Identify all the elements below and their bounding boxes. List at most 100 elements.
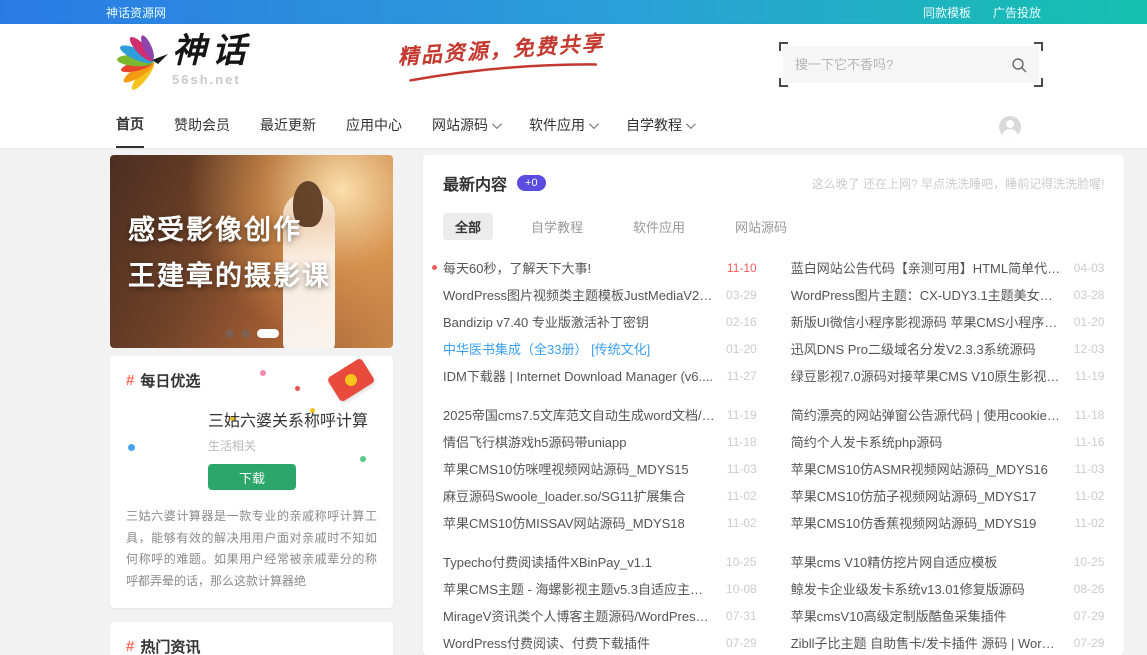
latest-tab[interactable]: 网站源码: [723, 213, 799, 240]
article-title: 苹果CMS10仿咪哩视频网站源码_MDYS15: [443, 459, 715, 478]
article-date: 11-02: [1075, 516, 1105, 530]
article-row[interactable]: 新版UI微信小程序影视源码 苹果CMS小程序源码 01-20: [791, 308, 1105, 335]
article-title: 麻豆源码Swoole_loader.so/SG11扩展集合: [443, 486, 715, 505]
article-row[interactable]: 苹果CMS10仿咪哩视频网站源码_MDYS15 11-03: [443, 455, 757, 482]
article-title: WordPress图片视频类主题模板JustMediaV2.7....: [443, 285, 714, 304]
article-date: 03-29: [726, 288, 757, 302]
nav-item[interactable]: 自学教程: [626, 114, 693, 148]
nav-item-label: 首页: [116, 114, 144, 134]
chevron-down-icon: [589, 119, 599, 129]
nav-item[interactable]: 应用中心: [346, 114, 402, 148]
article-row[interactable]: 苹果CMS10仿MISSAV网站源码_MDYS18 11-02: [443, 509, 757, 536]
chevron-down-icon: [492, 119, 502, 129]
article-date: 11-02: [727, 489, 757, 503]
slogan: 精品资源，免费共享: [397, 27, 606, 83]
article-row[interactable]: 绿豆影视7.0源码对接苹果CMS V10原生影视AP... 11-19: [791, 362, 1105, 389]
article-date: 10-25: [726, 555, 757, 569]
article-row[interactable]: 苹果CMS10仿茄子视频网站源码_MDYS17 11-02: [791, 482, 1105, 509]
article-title: 苹果cms V10精仿挖片网自适应模板: [791, 552, 1062, 571]
article-row[interactable]: IDM下载器 | Internet Download Manager (v6..…: [443, 362, 757, 389]
article-row[interactable]: 简约漂亮的网站弹窗公告源代码 | 使用cookie记录 11-18: [791, 401, 1105, 428]
latest-tab[interactable]: 软件应用: [621, 213, 697, 240]
article-date: 04-03: [1074, 261, 1105, 275]
confetti-dot: [128, 444, 135, 451]
article-row[interactable]: 苹果cmsV10高级定制版酷鱼采集插件 07-29: [791, 602, 1105, 629]
article-title: 苹果CMS10仿香蕉视频网站源码_MDYS19: [791, 513, 1063, 532]
search-icon[interactable]: [1011, 57, 1027, 73]
article-date: 11-18: [1075, 408, 1105, 422]
article-row[interactable]: 苹果CMS主题 - 海螺影视主题v5.3自适应主题/ ... 10-08: [443, 575, 757, 602]
article-row[interactable]: WordPress图片视频类主题模板JustMediaV2.7.... 03-2…: [443, 281, 757, 308]
article-date: 12-03: [1074, 342, 1105, 356]
search-box: [783, 46, 1039, 83]
latest-content-card: 最新内容 +0 这么晚了 还在上网? 早点洗洗睡吧，睡前记得洗洗脸喔! 全部 自…: [423, 155, 1124, 655]
article-title: 迅风DNS Pro二级域名分发V2.3.3系统源码: [791, 339, 1062, 358]
article-row[interactable]: Bandizip v7.40 专业版激活补丁密钥 02-16: [443, 308, 757, 335]
article-date: 02-16: [726, 315, 757, 329]
article-row[interactable]: Typecho付费阅读插件XBinPay_v1.1 10-25: [443, 548, 757, 575]
hot-news-title: 热门资讯: [140, 636, 200, 655]
header: 神话 56sh.net 精品资源，免费共享: [0, 24, 1147, 148]
article-title: IDM下载器 | Internet Download Manager (v6..…: [443, 366, 715, 385]
latest-tabs: 全部 自学教程 软件应用 网站源码: [443, 213, 1104, 240]
article-row[interactable]: 苹果CMS10仿ASMR视频网站源码_MDYS16 11-03: [791, 455, 1105, 482]
carousel-dot[interactable]: [241, 329, 250, 338]
nav-item[interactable]: 赞助会员: [174, 114, 230, 148]
article-row[interactable]: 麻豆源码Swoole_loader.so/SG11扩展集合 11-02: [443, 482, 757, 509]
article-row[interactable]: 每天60秒，了解天下大事! 11-10: [443, 254, 757, 281]
article-title: Typecho付费阅读插件XBinPay_v1.1: [443, 552, 714, 571]
article-date: 10-08: [726, 582, 757, 596]
topbar-site-name[interactable]: 神话资源网: [106, 4, 166, 21]
article-row[interactable]: 2025帝国cms7.5文库范文自动生成word文档/文... 11-19: [443, 401, 757, 428]
page: 神话资源网 同款模板 广告投放: [0, 0, 1147, 655]
article-row[interactable]: MirageV资讯类个人博客主题源码/WordPress主... 07-31: [443, 602, 757, 629]
article-title: 简约漂亮的网站弹窗公告源代码 | 使用cookie记录: [791, 405, 1063, 424]
article-date: 03-28: [1074, 288, 1105, 302]
article-row[interactable]: Zibll子比主题 自助售卡/发卡插件 源码 | WordPr... 07-29: [791, 629, 1105, 655]
hot-news-header: # 热门资讯: [126, 636, 377, 655]
article-date: 11-27: [727, 369, 757, 383]
carousel-dot[interactable]: [225, 329, 234, 338]
latest-header: 最新内容 +0 这么晚了 还在上网? 早点洗洗睡吧，睡前记得洗洗脸喔!: [443, 171, 1104, 195]
article-title: 中华医书集成（全33册） [传统文化]: [443, 339, 714, 358]
carousel[interactable]: 感受影像创作 王建章的摄影课: [110, 155, 393, 348]
nav-item-label: 自学教程: [626, 115, 682, 135]
site-logo[interactable]: 神话 56sh.net: [106, 32, 252, 98]
nav-item[interactable]: 最近更新: [260, 114, 316, 148]
article-row[interactable]: WordPress图片主题：CX-UDY3.1主题美女图片... 03-28: [791, 281, 1105, 308]
latest-hint-text: 这么晚了 还在上网? 早点洗洗睡吧，睡前记得洗洗脸喔!: [812, 175, 1105, 192]
article-row[interactable]: 中华医书集成（全33册） [传统文化] 01-20: [443, 335, 757, 362]
article-row[interactable]: 苹果cms V10精仿挖片网自适应模板 10-25: [791, 548, 1105, 575]
latest-tab[interactable]: 全部: [443, 213, 493, 240]
article-date: 10-25: [1074, 555, 1105, 569]
article-title: 苹果CMS10仿ASMR视频网站源码_MDYS16: [791, 459, 1063, 478]
download-button[interactable]: 下载: [208, 464, 296, 490]
article-title: 苹果CMS10仿茄子视频网站源码_MDYS17: [791, 486, 1063, 505]
latest-tab[interactable]: 自学教程: [519, 213, 595, 240]
hash-icon: #: [126, 372, 134, 389]
article-row[interactable]: 情侣飞行棋游戏h5源码带uniapp 11-18: [443, 428, 757, 455]
carousel-title: 感受影像创作 王建章的摄影课: [128, 207, 331, 299]
topbar-link[interactable]: 同款模板: [923, 4, 971, 21]
article-row[interactable]: 迅风DNS Pro二级域名分发V2.3.3系统源码 12-03: [791, 335, 1105, 362]
topbar-link[interactable]: 广告投放: [993, 4, 1041, 21]
carousel-dot[interactable]: [257, 329, 279, 338]
search-input[interactable]: [795, 57, 1011, 72]
nav-item[interactable]: 首页: [116, 114, 144, 148]
article-row[interactable]: WordPress付费阅读、付费下载插件 07-29: [443, 629, 757, 655]
article-row[interactable]: 简约个人发卡系统php源码 11-16: [791, 428, 1105, 455]
nav-item[interactable]: 网站源码: [432, 114, 499, 148]
logo-title: 神话: [172, 32, 252, 70]
article-row[interactable]: 苹果CMS10仿香蕉视频网站源码_MDYS19 11-02: [791, 509, 1105, 536]
article-title: Zibll子比主题 自助售卡/发卡插件 源码 | WordPr...: [791, 633, 1062, 652]
corner-decoration: [1034, 42, 1043, 51]
article-row[interactable]: 鲸发卡企业级发卡系统v13.01修复版源码 08-26: [791, 575, 1105, 602]
confetti-dot: [260, 370, 266, 376]
nav-item-label: 最近更新: [260, 115, 316, 135]
nav-item[interactable]: 软件应用: [529, 114, 596, 148]
latest-list-left: 每天60秒，了解天下大事! 11-10 WordPress图片视频类主题模板Ju…: [443, 254, 757, 655]
article-row[interactable]: 蓝白网站公告代码【亲测可用】HTML简单代码... 04-03: [791, 254, 1105, 281]
user-avatar[interactable]: [999, 116, 1021, 138]
article-date: 01-20: [726, 342, 757, 356]
daily-item-title[interactable]: 三姑六婆关系称呼计算: [208, 407, 377, 431]
